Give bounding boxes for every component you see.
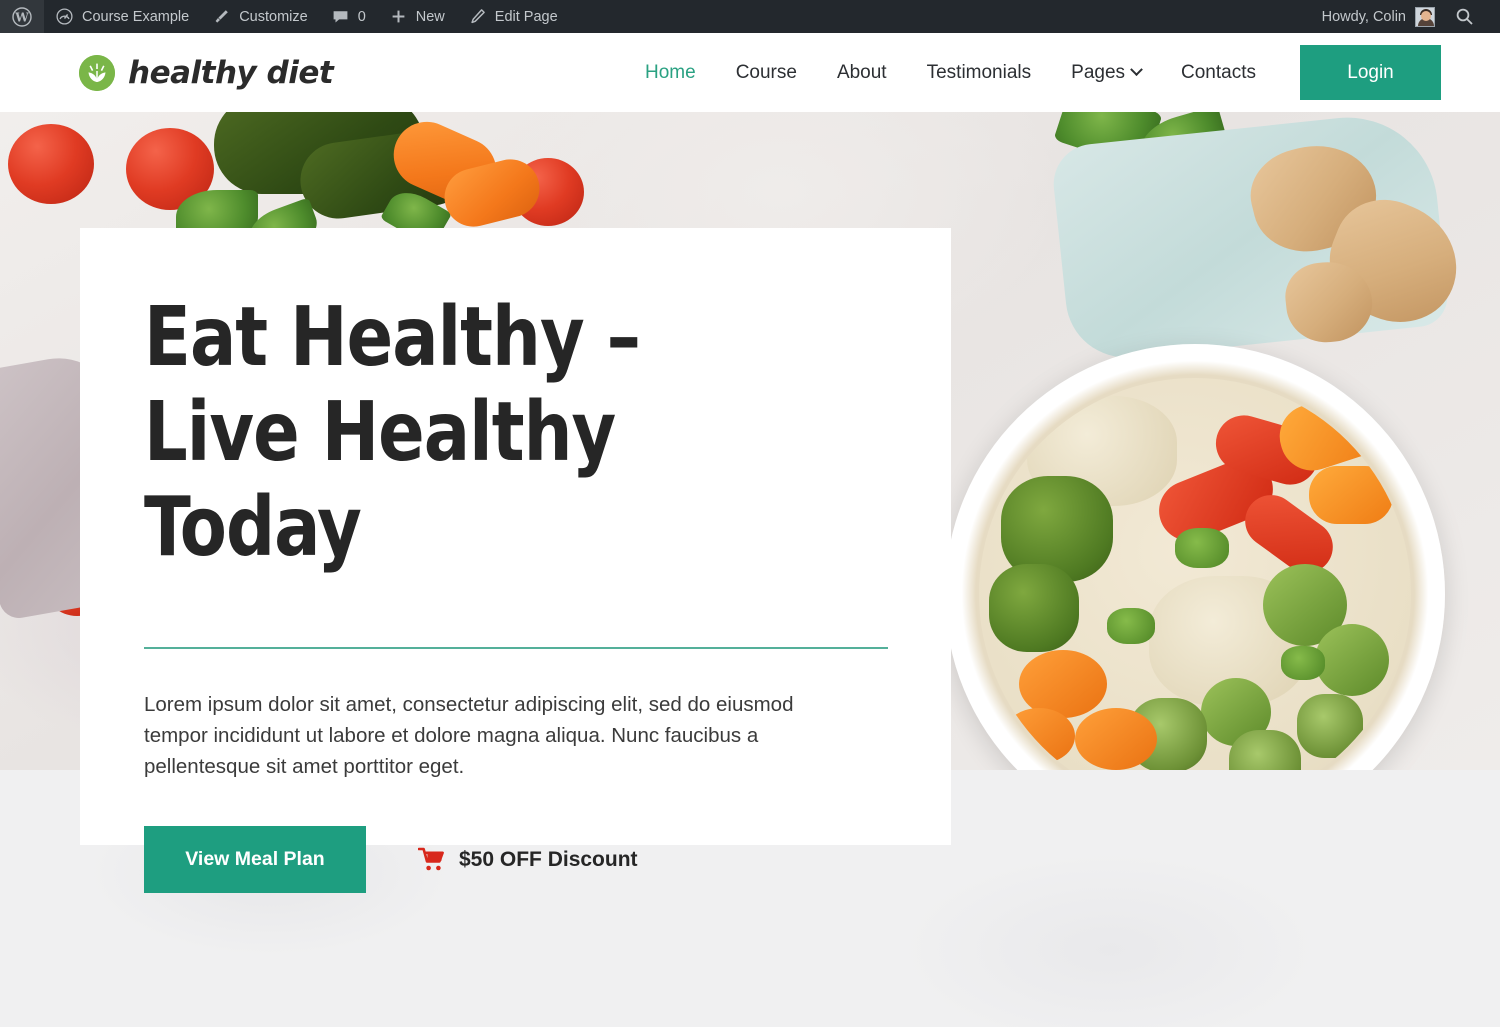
admin-bar-customize-label: Customize xyxy=(239,8,308,25)
admin-bar-left-group: W Course Example Customize 0 New Edit Pa… xyxy=(0,0,570,33)
admin-bar-search-button[interactable] xyxy=(1445,0,1488,33)
admin-bar-account-menu[interactable]: Howdy, Colin xyxy=(1308,0,1445,33)
hero-paragraph: Lorem ipsum dolor sit amet, consectetur … xyxy=(144,693,794,778)
nav-item-home[interactable]: Home xyxy=(625,62,716,84)
admin-bar-item-site-name[interactable]: Course Example xyxy=(44,0,201,33)
wordpress-logo-button[interactable]: W xyxy=(0,0,44,33)
nav-item-about-label: About xyxy=(836,61,887,83)
nav-item-pages[interactable]: Pages xyxy=(1051,62,1161,84)
admin-bar-edit-page-label: Edit Page xyxy=(494,8,558,25)
site-header: healthy diet Home Course About Testimoni… xyxy=(0,33,1500,112)
admin-bar-item-new[interactable]: New xyxy=(378,0,457,33)
nav-item-pages-label: Pages xyxy=(1071,61,1126,83)
search-icon xyxy=(1455,7,1474,26)
hero-content-card: Eat Healthy – Live Healthy Today Lorem i… xyxy=(80,228,951,893)
leaf-sprout-icon xyxy=(79,54,115,91)
paintbrush-icon xyxy=(213,8,230,25)
avatar xyxy=(1415,6,1435,27)
nav-item-about[interactable]: About xyxy=(817,62,907,84)
admin-bar-item-comments[interactable]: 0 xyxy=(320,0,378,33)
nav-item-home-label: Home xyxy=(645,61,696,83)
discount-link[interactable]: $50 OFF Discount xyxy=(418,847,638,872)
admin-bar-item-edit-page[interactable]: Edit Page xyxy=(457,0,570,33)
wordpress-logo-icon: W xyxy=(12,6,32,27)
svg-text:W: W xyxy=(14,10,29,24)
howdy-greeting: Howdy, Colin xyxy=(1321,8,1406,25)
shopping-cart-icon xyxy=(418,847,446,872)
pencil-icon xyxy=(469,8,486,25)
site-title: healthy diet xyxy=(128,54,334,91)
admin-bar-item-customize[interactable]: Customize xyxy=(201,0,320,33)
admin-bar-new-label: New xyxy=(415,8,445,25)
comment-bubble-icon xyxy=(332,8,349,25)
admin-bar-comments-count: 0 xyxy=(357,8,366,25)
chevron-down-icon xyxy=(1130,63,1143,77)
wp-admin-bar: W Course Example Customize 0 New Edit Pa… xyxy=(0,0,1500,33)
site-logo[interactable]: healthy diet xyxy=(79,54,334,91)
login-button[interactable]: Login xyxy=(1300,45,1441,100)
view-meal-plan-label: View Meal Plan xyxy=(185,848,325,870)
dashboard-icon xyxy=(56,8,73,25)
nav-item-testimonials[interactable]: Testimonials xyxy=(907,62,1052,84)
discount-label: $50 OFF Discount xyxy=(459,847,638,871)
nav-item-course-label: Course xyxy=(735,61,797,83)
plus-icon xyxy=(390,8,407,25)
main-navigation: Home Course About Testimonials Pages Con… xyxy=(625,45,1500,100)
admin-bar-site-name-label: Course Example xyxy=(82,8,190,25)
admin-bar-right-group: Howdy, Colin xyxy=(1308,0,1500,33)
title-divider xyxy=(144,647,888,649)
nav-item-contacts-label: Contacts xyxy=(1181,61,1256,83)
nav-item-testimonials-label: Testimonials xyxy=(926,61,1032,83)
view-meal-plan-button[interactable]: View Meal Plan xyxy=(144,826,366,893)
nav-item-course[interactable]: Course xyxy=(716,62,817,84)
hero-cta-row: View Meal Plan $50 OFF Discount xyxy=(144,826,887,893)
nav-item-contacts[interactable]: Contacts xyxy=(1161,62,1276,84)
login-button-label: Login xyxy=(1347,61,1394,83)
page-title: Eat Healthy – Live Healthy Today xyxy=(144,290,641,575)
